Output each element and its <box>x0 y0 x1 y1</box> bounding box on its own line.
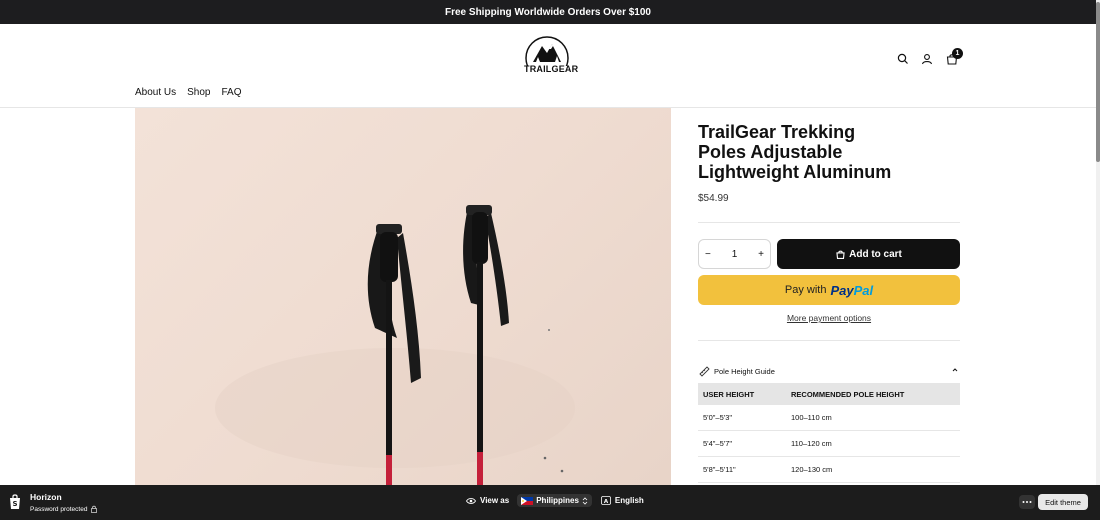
trekking-poles-image <box>215 205 575 485</box>
search-icon[interactable] <box>896 52 910 66</box>
table-row: 5'0"–5'3" 100–110 cm <box>698 405 960 431</box>
pole-height-guide-accordion[interactable]: Pole Height Guide <box>698 364 960 378</box>
chevron-up-down-icon <box>582 496 588 505</box>
page-scrollbar[interactable] <box>1096 0 1100 520</box>
view-as-label: View as <box>480 496 510 505</box>
cell-pole-height: 120–130 cm <box>791 465 833 474</box>
add-to-cart-label: Add to cart <box>849 248 902 260</box>
table-header: USER HEIGHT RECOMMENDED POLE HEIGHT <box>698 383 960 405</box>
store-status: Password protected <box>30 505 98 513</box>
paypal-button[interactable]: Pay with Pay Pal <box>698 275 960 305</box>
announcement-bar: Free Shipping Worldwide Orders Over $100 <box>0 0 1096 24</box>
store-name: Horizon <box>30 492 62 502</box>
paypal-logo-pay: Pay <box>830 282 854 298</box>
logo-text: TRAILGEAR <box>524 64 579 74</box>
nav-item-shop[interactable]: Shop <box>187 87 210 98</box>
cell-user-height: 5'4"–5'7" <box>703 439 733 448</box>
nav-item-about-us[interactable]: About Us <box>135 87 176 98</box>
header-recommended-height: RECOMMENDED POLE HEIGHT <box>791 389 905 399</box>
cart-count-badge: 1 <box>952 48 963 59</box>
add-to-cart-button[interactable]: Add to cart <box>777 239 960 269</box>
translate-icon: A <box>600 496 611 505</box>
more-options-button[interactable] <box>1019 495 1035 509</box>
svg-text:S: S <box>12 500 17 508</box>
language-selector[interactable]: A English <box>598 494 647 507</box>
product-image[interactable] <box>135 108 671 485</box>
announcement-text: Free Shipping Worldwide Orders Over $100 <box>445 6 651 18</box>
nav-item-faq[interactable]: FAQ <box>222 87 242 98</box>
eye-icon <box>466 497 476 504</box>
quantity-decrease-button[interactable]: − <box>705 249 711 260</box>
accordion-title: Pole Height Guide <box>714 366 775 376</box>
quantity-value[interactable]: 1 <box>732 249 738 260</box>
store-logo[interactable]: TRAILGEAR <box>524 36 579 80</box>
ruler-icon <box>699 366 710 377</box>
svg-text:A: A <box>604 499 609 505</box>
cell-user-height: 5'0"–5'3" <box>703 413 733 422</box>
cart-add-icon <box>836 250 845 259</box>
store-status-text: Password protected <box>30 505 88 513</box>
more-payment-options-link[interactable]: More payment options <box>698 313 960 323</box>
table-row: 5'4"–5'7" 110–120 cm <box>698 431 960 457</box>
admin-preview-bar: S Horizon Password protected View as Phi… <box>0 485 1100 520</box>
pole-height-table: USER HEIGHT RECOMMENDED POLE HEIGHT 5'0"… <box>698 383 960 483</box>
product-title: TrailGear Trekking Poles Adjustable Ligh… <box>698 122 892 182</box>
paypal-logo-pal: Pal <box>853 282 874 298</box>
header-user-height: USER HEIGHT <box>703 389 755 399</box>
paypal-pay-with: Pay with <box>784 284 827 296</box>
mountain-logo-icon <box>525 36 569 80</box>
view-as-controls: View as Philippines A English <box>466 494 647 507</box>
table-row: 5'8"–5'11" 120–130 cm <box>698 457 960 483</box>
ellipsis-icon <box>1022 501 1032 503</box>
site-header: TRAILGEAR 1 About Us Shop FAQ <box>0 24 1096 108</box>
philippines-flag-icon <box>521 496 534 505</box>
product-price: $54.99 <box>698 193 729 204</box>
lock-icon <box>91 505 98 513</box>
divider <box>698 222 960 223</box>
country-value: Philippines <box>536 496 579 505</box>
cell-user-height: 5'8"–5'11" <box>703 465 736 474</box>
divider <box>698 340 960 341</box>
account-icon[interactable] <box>920 52 934 66</box>
quantity-stepper[interactable]: − 1 + <box>698 239 771 269</box>
cell-pole-height: 110–120 cm <box>791 439 832 448</box>
edit-theme-button[interactable]: Edit theme <box>1038 494 1088 510</box>
cell-pole-height: 100–110 cm <box>791 413 832 422</box>
main-nav: About Us Shop FAQ <box>135 87 253 98</box>
chevron-up-icon[interactable] <box>950 365 960 375</box>
country-selector[interactable]: Philippines <box>517 494 592 507</box>
shopify-bag-icon: S <box>10 494 20 509</box>
language-value: English <box>614 496 644 505</box>
quantity-increase-button[interactable]: + <box>758 249 764 260</box>
scrollbar-thumb[interactable] <box>1096 2 1100 162</box>
